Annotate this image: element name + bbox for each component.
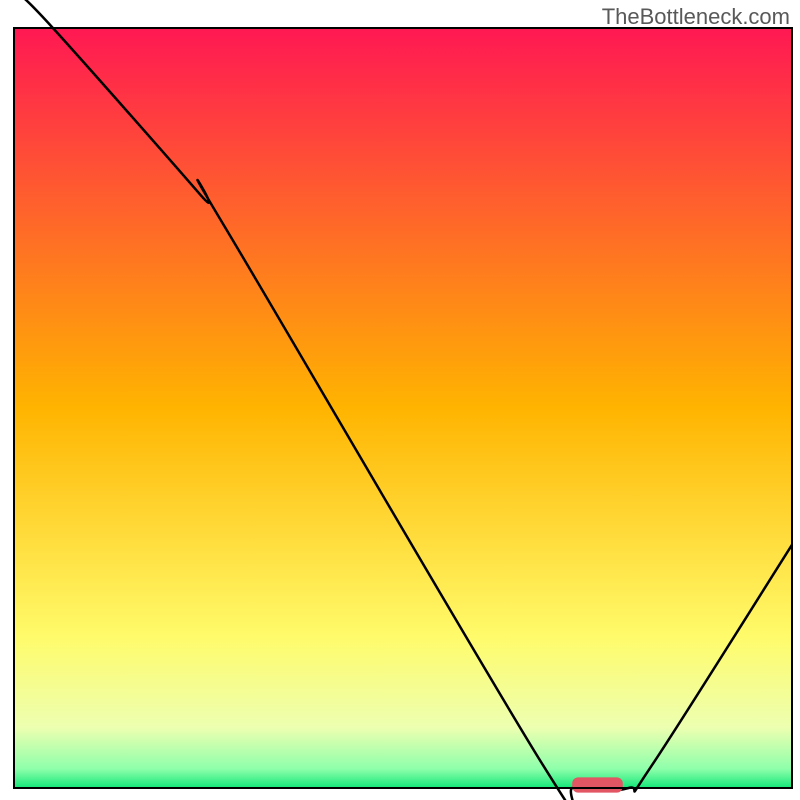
chart-container: TheBottleneck.com [0,0,800,800]
gradient-background [14,28,792,788]
optimal-marker [572,777,623,792]
plot-area [14,0,792,800]
bottleneck-chart [0,0,800,800]
